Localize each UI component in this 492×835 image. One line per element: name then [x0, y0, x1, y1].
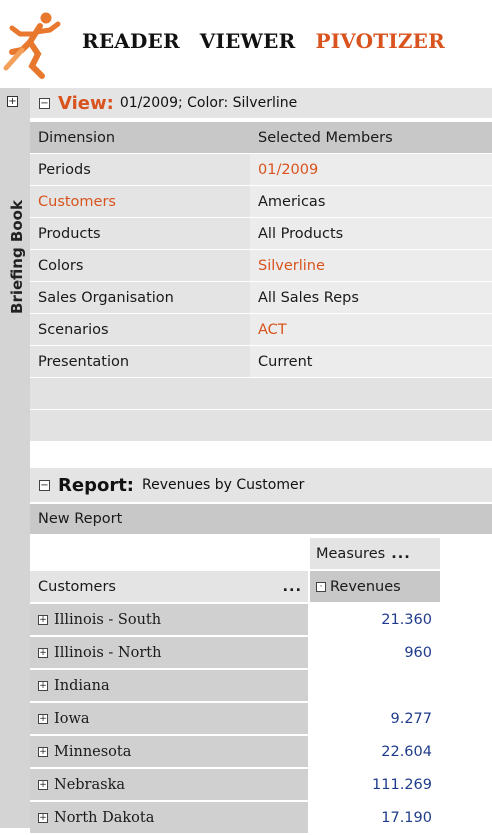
revenue-value	[310, 670, 440, 701]
table-row[interactable]: + Nebraska 111.269	[30, 769, 492, 802]
dimension-member[interactable]: ACT	[250, 313, 492, 346]
table-row[interactable]: + North Dakota 17.190	[30, 802, 492, 835]
dimension-name[interactable]: Colors	[30, 249, 250, 282]
customer-cell[interactable]: + Illinois - North	[30, 637, 308, 668]
expand-icon[interactable]: +	[38, 779, 48, 790]
customer-cell[interactable]: + Indiana	[30, 670, 308, 701]
customer-cell[interactable]: + Iowa	[30, 703, 308, 734]
expand-icon[interactable]: +	[38, 713, 48, 724]
revenue-value: 21.360	[310, 604, 440, 635]
revenues-label: Revenues	[330, 578, 401, 595]
dimension-row[interactable]: Colors Silverline	[30, 249, 492, 282]
briefing-book-label[interactable]: Briefing Book	[8, 192, 26, 322]
dimension-member[interactable]: Silverline	[250, 249, 492, 282]
dimension-table-header: Dimension Selected Members	[30, 122, 492, 154]
expand-icon[interactable]: +	[38, 680, 48, 691]
nav-pivotizer[interactable]: PIVOTIZER	[315, 29, 445, 53]
new-report-bar[interactable]: New Report	[30, 504, 492, 534]
dimension-member[interactable]: Current	[250, 345, 492, 378]
dimension-row[interactable]: Customers Americas	[30, 185, 492, 218]
customer-name: Illinois - South	[54, 611, 162, 628]
dimension-row[interactable]: Sales Organisation All Sales Reps	[30, 281, 492, 314]
dimension-name[interactable]: Sales Organisation	[30, 281, 250, 314]
report-header: − Report: Revenues by Customer	[30, 468, 492, 502]
customer-name: Iowa	[54, 710, 90, 727]
measures-more-button[interactable]: ...	[391, 546, 411, 562]
customers-more-button[interactable]: ...	[282, 579, 302, 595]
dimension-member[interactable]: All Products	[250, 217, 492, 250]
expand-icon[interactable]: +	[38, 812, 48, 823]
revenue-value: 9.277	[310, 703, 440, 734]
expand-icon[interactable]: +	[38, 647, 48, 658]
pivot-rows: + Illinois - South 21.360 + Illinois - Nor…	[30, 604, 492, 835]
empty-row	[30, 409, 492, 442]
revenues-collapse-icon[interactable]: ·	[316, 581, 326, 592]
dimension-name[interactable]: Presentation	[30, 345, 250, 378]
table-row[interactable]: + Iowa 9.277	[30, 703, 492, 736]
customer-name: Indiana	[54, 677, 110, 694]
customer-name: Nebraska	[54, 776, 125, 793]
table-row[interactable]: + Illinois - South 21.360	[30, 604, 492, 637]
dimension-row[interactable]: Products All Products	[30, 217, 492, 250]
members-column-header: Selected Members	[250, 122, 492, 154]
dimension-row[interactable]: Scenarios ACT	[30, 313, 492, 346]
customer-cell[interactable]: + Illinois - South	[30, 604, 308, 635]
dimension-name[interactable]: Periods	[30, 153, 250, 186]
nav-reader[interactable]: READER	[82, 29, 180, 53]
report-subtitle: Revenues by Customer	[142, 477, 305, 493]
main-nav: READER VIEWER PIVOTIZER	[82, 29, 445, 53]
customer-cell[interactable]: + Nebraska	[30, 769, 308, 800]
expand-icon[interactable]: +	[38, 746, 48, 757]
table-row[interactable]: + Illinois - North 960	[30, 637, 492, 670]
measures-header[interactable]: Measures ...	[310, 538, 440, 569]
view-subtitle: 01/2009; Color: Silverline	[119, 95, 298, 111]
main-panel: − View: 01/2009; Color: Silverline Dimen…	[30, 88, 492, 833]
dimension-name[interactable]: Products	[30, 217, 250, 250]
dimension-name[interactable]: Customers	[30, 185, 250, 218]
nav-viewer[interactable]: VIEWER	[200, 29, 296, 53]
revenue-value: 960	[310, 637, 440, 668]
briefing-book-sidebar[interactable]: + Briefing Book	[0, 88, 30, 828]
revenue-value: 22.604	[310, 736, 440, 767]
table-row[interactable]: + Indiana	[30, 670, 492, 703]
dimension-row[interactable]: Presentation Current	[30, 345, 492, 378]
customer-name: North Dakota	[54, 809, 155, 826]
dimension-member[interactable]: Americas	[250, 185, 492, 218]
view-dimension-table: Dimension Selected Members Periods 01/20…	[30, 122, 492, 442]
customer-cell[interactable]: + Minnesota	[30, 736, 308, 767]
dimension-column-header: Dimension	[30, 122, 250, 154]
app-header: READER VIEWER PIVOTIZER	[0, 0, 492, 88]
customers-label: Customers	[38, 578, 116, 595]
measures-label: Measures	[316, 545, 386, 562]
revenue-value: 17.190	[310, 802, 440, 833]
dimension-name[interactable]: Scenarios	[30, 313, 250, 346]
view-title: View:	[58, 92, 114, 114]
customer-name: Illinois - North	[54, 644, 162, 661]
customer-name: Minnesota	[54, 743, 132, 760]
runner-logo-icon	[3, 12, 61, 79]
customer-cell[interactable]: + North Dakota	[30, 802, 308, 833]
expand-icon[interactable]: +	[38, 614, 48, 625]
customers-header[interactable]: Customers ...	[30, 571, 308, 602]
dimension-member[interactable]: 01/2009	[250, 153, 492, 186]
dimension-row[interactable]: Periods 01/2009	[30, 153, 492, 186]
revenues-header[interactable]: · Revenues	[310, 571, 440, 602]
table-row[interactable]: + Minnesota 22.604	[30, 736, 492, 769]
report-title: Report:	[58, 474, 134, 496]
revenue-value: 111.269	[310, 769, 440, 800]
sidebar-expand-icon[interactable]: +	[7, 96, 18, 107]
view-collapse-icon[interactable]: −	[39, 97, 50, 109]
pivot-corner-cell	[30, 538, 308, 569]
report-collapse-icon[interactable]: −	[39, 479, 50, 491]
empty-row	[30, 377, 492, 410]
dimension-member[interactable]: All Sales Reps	[250, 281, 492, 314]
view-header: − View: 01/2009; Color: Silverline	[30, 88, 492, 118]
